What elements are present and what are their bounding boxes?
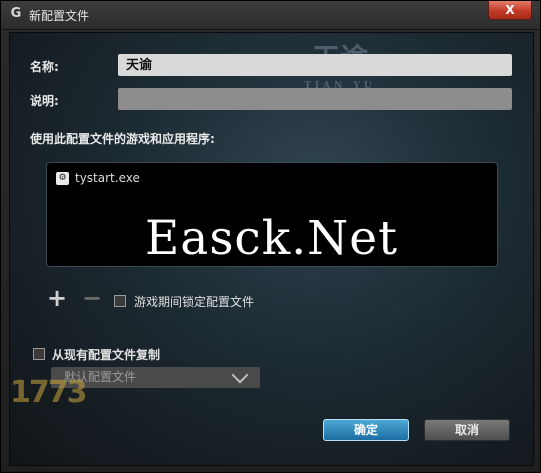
list-item[interactable]: ⚙ tystart.exe xyxy=(56,169,140,187)
title-bar[interactable]: G 新配置文件 X xyxy=(1,1,540,30)
copy-profile-label[interactable]: 从现有配置文件复制 xyxy=(52,346,160,363)
cancel-button[interactable]: 取消 xyxy=(424,419,510,441)
close-button[interactable]: X xyxy=(488,1,532,20)
description-label: 说明: xyxy=(30,94,59,108)
exe-icon: ⚙ xyxy=(56,171,69,185)
remove-game-button[interactable]: − xyxy=(82,286,102,310)
games-list-label: 使用此配置文件的游戏和应用程序: xyxy=(30,132,215,146)
lock-profile-checkbox[interactable] xyxy=(114,295,126,307)
lock-profile-label[interactable]: 游戏期间锁定配置文件 xyxy=(134,293,254,310)
window-title: 新配置文件 xyxy=(29,9,90,23)
new-profile-dialog: G 新配置文件 X 天谕 TIAN YU 名称: 说明: 使用此配置文件的游戏和… xyxy=(0,0,541,473)
logitech-g-icon: G xyxy=(10,6,22,21)
dialog-body: 天谕 TIAN YU 名称: 说明: 使用此配置文件的游戏和应用程序: ⚙ ty… xyxy=(9,32,534,466)
name-input[interactable] xyxy=(118,54,512,76)
ok-button[interactable]: 确定 xyxy=(323,419,409,441)
name-label: 名称: xyxy=(30,60,59,74)
corner-watermark: 1773 xyxy=(10,375,87,410)
copy-profile-checkbox[interactable] xyxy=(33,348,45,360)
games-listbox[interactable]: ⚙ tystart.exe xyxy=(46,162,498,267)
game-item-label: tystart.exe xyxy=(75,171,140,185)
add-game-button[interactable]: + xyxy=(47,286,67,310)
chevron-down-icon xyxy=(231,366,249,384)
description-input[interactable] xyxy=(118,88,512,110)
